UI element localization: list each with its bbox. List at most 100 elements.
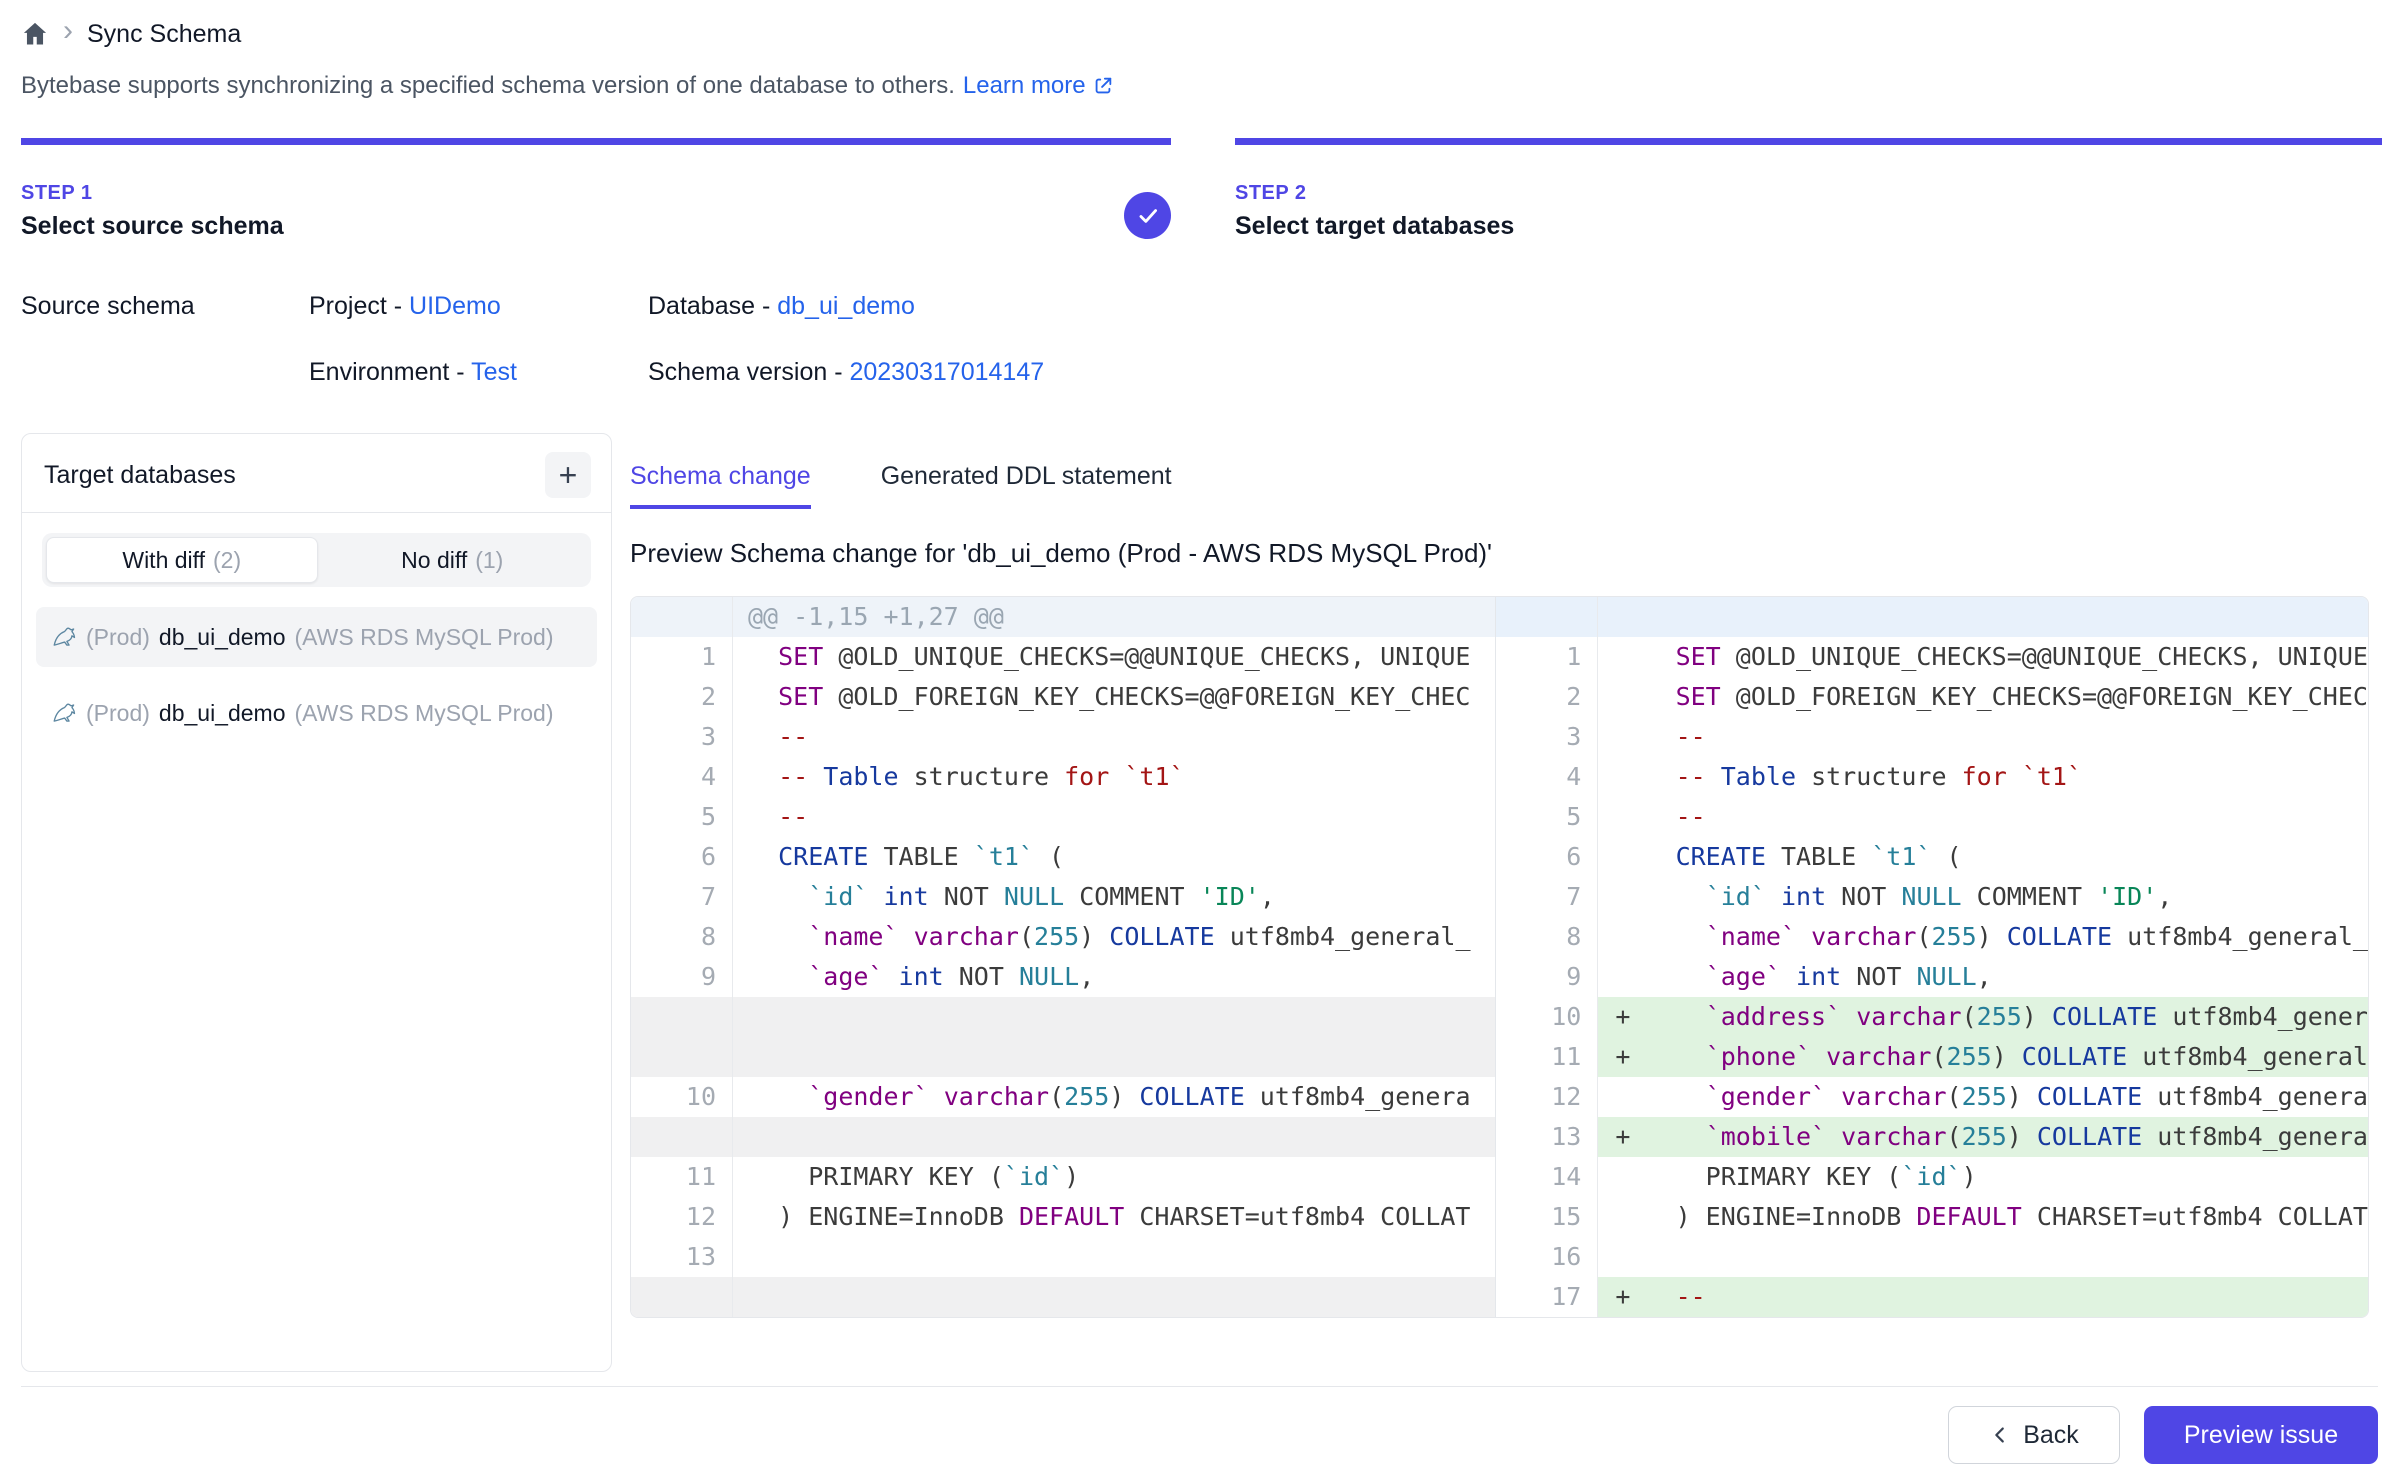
code-line — [733, 997, 1495, 1037]
diff-row: 1 SET @OLD_UNIQUE_CHECKS=@@UNIQUE_CHECKS… — [1496, 637, 2368, 677]
diff-row: 8 `name` varchar(255) COLLATE utf8mb4_ge… — [1496, 917, 2368, 957]
page-title: Sync Schema — [87, 20, 241, 49]
diff-row-placeholder — [631, 1277, 1495, 1317]
external-link-icon — [1092, 75, 1114, 97]
diff-row: 4 -- Table structure for `t1` — [1496, 757, 2368, 797]
project-link[interactable]: UIDemo — [409, 292, 501, 320]
line-number: 10 — [631, 1077, 733, 1117]
diff-row: 2 SET @OLD_FOREIGN_KEY_CHECKS=@@FOREIGN_… — [1496, 677, 2368, 717]
code-line — [1598, 1237, 2368, 1277]
diff-row-placeholder — [631, 1037, 1495, 1077]
line-number — [1496, 597, 1598, 637]
diff-row: 5 -- — [1496, 797, 2368, 837]
line-number — [631, 1117, 733, 1157]
no-diff-count: (1) — [475, 547, 503, 574]
environment-link[interactable]: Test — [471, 358, 517, 386]
line-number: 3 — [1496, 717, 1598, 757]
diff-row: 7 `id` int NOT NULL COMMENT 'ID', — [1496, 877, 2368, 917]
line-number: 2 — [631, 677, 733, 717]
line-number: 12 — [631, 1197, 733, 1237]
diff-row-placeholder — [631, 1117, 1495, 1157]
code-line: @@ -1,15 +1,27 @@ — [733, 597, 1495, 637]
line-number: 7 — [1496, 877, 1598, 917]
learn-more-label: Learn more — [963, 72, 1086, 100]
diff-row: 16 — [1496, 1237, 2368, 1277]
line-number: 11 — [1496, 1037, 1598, 1077]
line-number: 1 — [1496, 637, 1598, 677]
diff-row: 13 — [631, 1237, 1495, 1277]
diff-row: 3 -- — [631, 717, 1495, 757]
diff-row: 8 `name` varchar(255) COLLATE utf8mb4_ge… — [631, 917, 1495, 957]
code-line: -- — [1598, 797, 2368, 837]
target-database-item[interactable]: (Prod)db_ui_demo(AWS RDS MySQL Prod) — [36, 607, 597, 667]
with-diff-count: (2) — [213, 547, 241, 574]
diff-row: 6 CREATE TABLE `t1` ( — [1496, 837, 2368, 877]
source-environment-field: Environment - Test — [309, 358, 517, 387]
step1-done-check-icon — [1124, 192, 1171, 239]
line-number: 17 — [1496, 1277, 1598, 1317]
line-number — [631, 997, 733, 1037]
learn-more-link[interactable]: Learn more — [963, 72, 1114, 100]
diff-row: 9 `age` int NOT NULL, — [631, 957, 1495, 997]
code-line: PRIMARY KEY (`id`) — [733, 1157, 1495, 1197]
tab-with-diff[interactable]: With diff (2) — [46, 537, 318, 583]
target-databases-header: Target databases + — [22, 434, 611, 513]
code-line: + `address` varchar(255) COLLATE utf8mb4… — [1598, 997, 2368, 1037]
code-line: CREATE TABLE `t1` ( — [733, 837, 1495, 877]
diff-row: 10 `gender` varchar(255) COLLATE utf8mb4… — [631, 1077, 1495, 1117]
db-name: db_ui_demo — [159, 700, 286, 727]
code-line — [733, 1117, 1495, 1157]
diff-row-added: 13+ `mobile` varchar(255) COLLATE utf8mb… — [1496, 1117, 2368, 1157]
diff-row: 5 -- — [631, 797, 1495, 837]
schema-diff-editor[interactable]: @@ -1,15 +1,27 @@1 SET @OLD_UNIQUE_CHECK… — [630, 596, 2369, 1318]
source-database-field: Database - db_ui_demo — [648, 292, 915, 321]
db-instance: (AWS RDS MySQL Prod) — [295, 700, 583, 727]
breadcrumb: › Sync Schema — [21, 14, 241, 54]
line-number — [631, 1277, 733, 1317]
step2-label: STEP 2 — [1235, 182, 1307, 205]
tab-schema-change[interactable]: Schema change — [630, 462, 811, 509]
code-line: SET @OLD_UNIQUE_CHECKS=@@UNIQUE_CHECKS, … — [733, 637, 1495, 677]
diff-row: 4 -- Table structure for `t1` — [631, 757, 1495, 797]
diff-row: 12 `gender` varchar(255) COLLATE utf8mb4… — [1496, 1077, 2368, 1117]
back-button[interactable]: Back — [1948, 1406, 2120, 1464]
add-target-database-button[interactable]: + — [545, 452, 591, 498]
db-instance: (AWS RDS MySQL Prod) — [295, 624, 583, 651]
line-number: 10 — [1496, 997, 1598, 1037]
diff-pane-original: @@ -1,15 +1,27 @@1 SET @OLD_UNIQUE_CHECK… — [631, 597, 1496, 1317]
line-number: 4 — [1496, 757, 1598, 797]
code-line: + `phone` varchar(255) COLLATE utf8mb4_g… — [1598, 1037, 2368, 1077]
target-database-item[interactable]: (Prod)db_ui_demo(AWS RDS MySQL Prod) — [36, 683, 597, 743]
intro-text: Bytebase supports synchronizing a specif… — [21, 72, 1114, 100]
code-line: SET @OLD_FOREIGN_KEY_CHECKS=@@FOREIGN_KE… — [1598, 677, 2368, 717]
line-number — [631, 1037, 733, 1077]
line-number: 7 — [631, 877, 733, 917]
step1-progress-bar — [21, 138, 1171, 145]
source-schema-version-field: Schema version - 20230317014147 — [648, 358, 1044, 387]
code-line: -- Table structure for `t1` — [1598, 757, 2368, 797]
code-line: + -- — [1598, 1277, 2368, 1317]
footer-divider — [21, 1386, 2378, 1387]
target-database-list: (Prod)db_ui_demo(AWS RDS MySQL Prod)(Pro… — [36, 607, 597, 743]
no-diff-label: No diff — [401, 547, 467, 574]
chevron-left-icon — [1989, 1424, 2011, 1446]
database-link[interactable]: db_ui_demo — [777, 292, 915, 320]
tab-no-diff[interactable]: No diff (1) — [318, 537, 588, 583]
mysql-icon — [50, 624, 77, 651]
code-line: `age` int NOT NULL, — [1598, 957, 2368, 997]
preview-issue-button[interactable]: Preview issue — [2144, 1406, 2378, 1464]
code-line — [733, 1237, 1495, 1277]
line-number: 6 — [631, 837, 733, 877]
code-line: ) ENGINE=InnoDB DEFAULT CHARSET=utf8mb4 … — [1598, 1197, 2368, 1237]
schema-version-link[interactable]: 20230317014147 — [849, 358, 1044, 386]
diff-row: 9 `age` int NOT NULL, — [1496, 957, 2368, 997]
home-icon[interactable] — [21, 20, 49, 48]
code-line: CREATE TABLE `t1` ( — [1598, 837, 2368, 877]
with-diff-label: With diff — [122, 547, 205, 574]
diff-row — [1496, 597, 2368, 637]
line-number: 2 — [1496, 677, 1598, 717]
step2-progress-bar — [1235, 138, 2382, 145]
tab-generated-ddl[interactable]: Generated DDL statement — [881, 462, 1172, 509]
diff-row-added: 10+ `address` varchar(255) COLLATE utf8m… — [1496, 997, 2368, 1037]
code-line — [1598, 597, 2368, 637]
